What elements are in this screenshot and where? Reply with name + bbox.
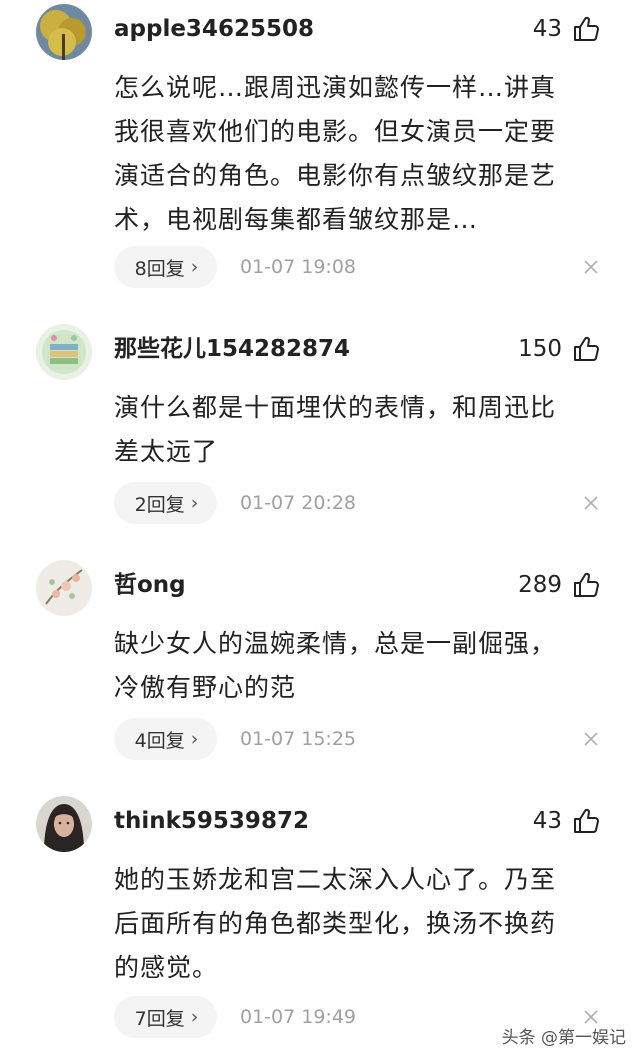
chevron-right-icon: › (190, 1006, 199, 1028)
chevron-right-icon: › (190, 492, 199, 514)
like-button[interactable]: 289 (518, 570, 600, 600)
like-count: 150 (518, 336, 562, 362)
comment-item: 哲ong 289 缺少女人的温婉柔情，总是一副倔强， 冷傲有野心的范 4回复 ›… (0, 556, 640, 766)
username[interactable]: apple34625508 (114, 14, 314, 44)
reply-count: 7回复 (134, 1007, 185, 1030)
thumbs-up-icon (572, 335, 600, 363)
close-icon[interactable] (582, 482, 600, 524)
comment-text: 她的玉娇龙和宫二太深入人心了。乃至 后面所有的角色都类型化，换汤不换药 的感觉。 (114, 865, 557, 982)
avatar[interactable] (36, 4, 92, 60)
username[interactable]: 哲ong (114, 570, 186, 600)
avatar[interactable] (36, 324, 92, 380)
reply-button[interactable]: 2回复 › (114, 482, 217, 524)
comment-text: 演什么都是十面埋伏的表情，和周迅比 差太远了 (114, 393, 557, 466)
close-icon[interactable] (582, 246, 600, 288)
comment-item: apple34625508 43 怎么说呢…跟周迅演如懿传一样…讲真 我很喜欢他… (0, 0, 640, 300)
reply-count: 8回复 (134, 257, 185, 280)
comment-text: 缺少女人的温婉柔情，总是一副倔强， 冷傲有野心的范 (114, 629, 557, 702)
comment-time: 01-07 19:08 (240, 256, 357, 278)
username[interactable]: think59539872 (114, 806, 309, 836)
reply-button[interactable]: 8回复 › (114, 246, 217, 288)
thumbs-up-icon (572, 807, 600, 835)
thumbs-up-icon (572, 15, 600, 43)
comment-text: 怎么说呢…跟周迅演如懿传一样…讲真 我很喜欢他们的电影。但女演员一定要 演适合的… (114, 73, 557, 234)
watermark: 头条 @第一娱记 (501, 1028, 626, 1048)
chevron-right-icon: › (190, 728, 199, 750)
comment-time: 01-07 20:28 (240, 492, 357, 514)
like-button[interactable]: 150 (518, 334, 600, 364)
comment-time: 01-07 19:49 (240, 1006, 357, 1028)
reply-button[interactable]: 4回复 › (114, 718, 217, 760)
thumbs-up-icon (572, 571, 600, 599)
comment-item: think59539872 43 她的玉娇龙和宫二太深入人心了。乃至 后面所有的… (0, 792, 640, 1056)
reply-count: 2回复 (134, 493, 185, 516)
chevron-right-icon: › (190, 256, 199, 278)
comment-time: 01-07 15:25 (240, 728, 357, 750)
like-count: 43 (532, 16, 562, 42)
username[interactable]: 那些花儿154282874 (114, 334, 350, 364)
avatar[interactable] (36, 796, 92, 852)
like-button[interactable]: 43 (533, 806, 600, 836)
comment-item: 那些花儿154282874 150 演什么都是十面埋伏的表情，和周迅比 差太远了… (0, 320, 640, 530)
like-count: 289 (518, 572, 562, 598)
like-count: 43 (532, 808, 562, 834)
like-button[interactable]: 43 (533, 14, 600, 44)
avatar[interactable] (36, 560, 92, 616)
reply-button[interactable]: 7回复 › (114, 996, 217, 1038)
reply-count: 4回复 (134, 729, 185, 752)
close-icon[interactable] (582, 718, 600, 760)
